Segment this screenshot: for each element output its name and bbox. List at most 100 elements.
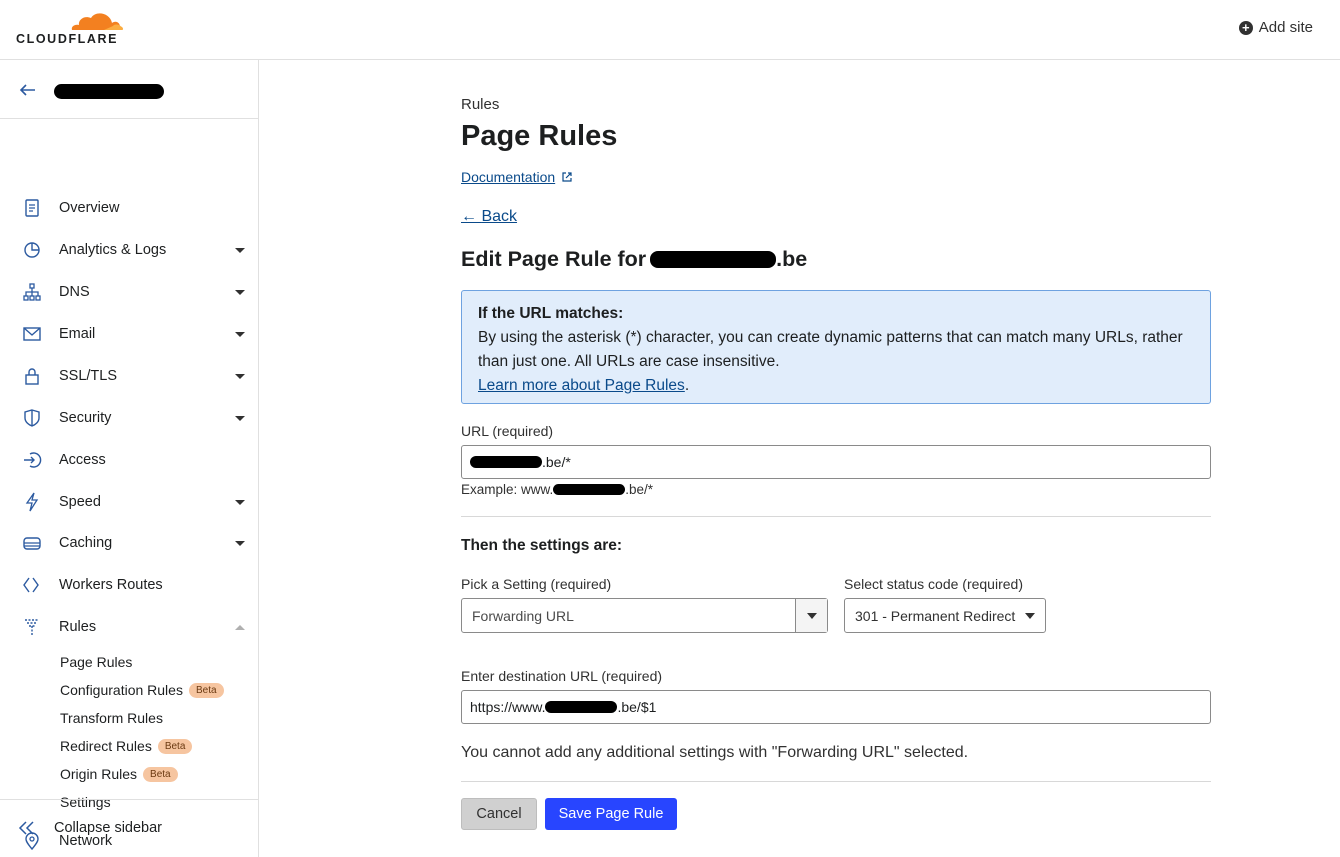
- sidebar-item-caching[interactable]: Caching: [0, 528, 258, 558]
- url-value-suffix: .be/*: [542, 454, 571, 470]
- url-input[interactable]: .be/*: [461, 445, 1211, 479]
- breadcrumb: Rules: [461, 96, 500, 113]
- info-heading: If the URL matches:: [478, 305, 624, 322]
- sidebar-item-overview[interactable]: Overview: [0, 193, 258, 223]
- sidebar-item-label: Analytics & Logs: [59, 242, 167, 258]
- sidebar-item-label: Speed: [59, 494, 101, 510]
- info-body: By using the asterisk (*) character, you…: [478, 329, 1183, 370]
- sidebar-sub-configuration-rules[interactable]: Configuration Rules Beta: [60, 682, 224, 698]
- pie-chart-icon: [24, 242, 40, 258]
- arrow-left-icon: ←: [461, 208, 477, 225]
- workers-icon: [23, 577, 39, 593]
- chevron-down-icon: [1025, 613, 1035, 619]
- beta-badge: Beta: [157, 738, 193, 754]
- sidebar-item-dns[interactable]: DNS: [0, 277, 258, 307]
- url-label: URL (required): [461, 423, 554, 439]
- sidebar-item-rules[interactable]: Rules: [0, 612, 258, 642]
- documentation-label: Documentation: [461, 169, 556, 185]
- divider: [461, 781, 1211, 782]
- sub-item-label: Redirect Rules: [60, 738, 152, 754]
- sidebar-sub-transform-rules[interactable]: Transform Rules: [60, 710, 163, 726]
- sidebar-item-label: Workers Routes: [59, 577, 163, 593]
- cancel-button[interactable]: Cancel: [461, 798, 537, 830]
- redacted-domain: [553, 484, 626, 495]
- destination-url-label: Enter destination URL (required): [461, 668, 663, 684]
- page-title: Page Rules: [461, 120, 618, 152]
- chevron-down-icon: [807, 613, 817, 619]
- sidebar-item-email[interactable]: Email: [0, 319, 258, 349]
- chevron-up-icon: [235, 624, 245, 630]
- sidebar-item-label: DNS: [59, 284, 90, 300]
- chevron-down-icon: [235, 247, 245, 253]
- chevron-down-icon: [235, 415, 245, 421]
- collapse-sidebar-button[interactable]: Collapse sidebar: [18, 820, 162, 836]
- dest-prefix: https://www.: [470, 699, 546, 715]
- sidebar-item-label: Rules: [59, 619, 97, 635]
- double-chevron-left-icon: [18, 821, 34, 835]
- status-code-label: Select status code (required): [844, 576, 1023, 592]
- chevron-down-icon: [235, 373, 245, 379]
- sidebar-item-workers-routes[interactable]: Workers Routes: [0, 570, 258, 600]
- settings-title: Then the settings are:: [461, 537, 623, 554]
- info-callout: If the URL matches: By using the asteris…: [461, 290, 1211, 404]
- learn-more-link[interactable]: Learn more about Page Rules: [478, 377, 685, 394]
- destination-url-input[interactable]: https://www. .be/$1: [461, 690, 1211, 724]
- storage-icon: [23, 537, 41, 550]
- lightning-icon: [25, 492, 39, 512]
- chevron-down-icon: [235, 331, 245, 337]
- documentation-link[interactable]: Documentation: [461, 169, 573, 185]
- sidebar-item-label: Overview: [59, 200, 120, 216]
- sidebar-item-label: Security: [59, 410, 112, 426]
- dropdown-toggle[interactable]: [795, 599, 827, 632]
- cloudflare-logo[interactable]: CLOUDFLARE: [16, 8, 126, 48]
- shield-icon: [24, 409, 40, 427]
- status-code-value: 301 - Permanent Redirect: [855, 607, 1016, 624]
- pick-setting-select[interactable]: Forwarding URL: [461, 598, 828, 633]
- collapse-sidebar-label: Collapse sidebar: [54, 820, 163, 836]
- sidebar-sub-redirect-rules[interactable]: Redirect Rules Beta: [60, 738, 193, 754]
- back-label: Back: [481, 208, 518, 225]
- divider: [461, 516, 1211, 517]
- document-icon: [25, 199, 39, 217]
- edit-title-prefix: Edit Page Rule for: [461, 247, 647, 271]
- edit-title-suffix: .be: [776, 247, 808, 271]
- chevron-down-icon: [235, 289, 245, 295]
- sidebar-item-label: SSL/TLS: [59, 368, 118, 384]
- beta-badge: Beta: [188, 682, 224, 698]
- sidebar-item-label: Caching: [59, 535, 113, 551]
- add-site-button[interactable]: + Add site: [1238, 19, 1313, 36]
- sidebar-item-security[interactable]: Security: [0, 403, 258, 433]
- sub-item-label: Configuration Rules: [60, 682, 183, 698]
- plus-circle-icon: +: [1238, 20, 1253, 35]
- back-arrow-icon[interactable]: [18, 80, 38, 100]
- filter-icon: [25, 619, 39, 635]
- pick-setting-label: Pick a Setting (required): [461, 576, 612, 592]
- envelope-icon: [23, 327, 41, 341]
- sign-in-icon: [24, 452, 42, 468]
- sidebar-footer: Collapse sidebar: [0, 799, 258, 857]
- sub-item-label: Transform Rules: [60, 710, 163, 726]
- example-prefix: Example: www.: [461, 482, 554, 497]
- redacted-domain: [545, 701, 618, 713]
- example-suffix: .be/*: [625, 482, 654, 497]
- sidebar-sub-origin-rules[interactable]: Origin Rules Beta: [60, 766, 178, 782]
- add-site-label: Add site: [1258, 19, 1313, 36]
- chevron-down-icon: [235, 499, 245, 505]
- top-bar: CLOUDFLARE + Add site: [0, 0, 1340, 60]
- edit-page-rule-title: Edit Page Rule for .be: [461, 247, 807, 272]
- back-link[interactable]: ← Back: [461, 208, 517, 226]
- dest-suffix: .be/$1: [617, 699, 657, 715]
- beta-badge: Beta: [143, 766, 178, 782]
- sidebar-item-analytics[interactable]: Analytics & Logs: [0, 235, 258, 265]
- sidebar-item-ssl-tls[interactable]: SSL/TLS: [0, 361, 258, 391]
- sidebar-item-access[interactable]: Access: [0, 445, 258, 475]
- status-code-select[interactable]: 301 - Permanent Redirect: [844, 598, 1046, 633]
- sidebar-item-speed[interactable]: Speed: [0, 487, 258, 517]
- sidebar-sub-page-rules[interactable]: Page Rules: [60, 654, 132, 670]
- url-example: Example: www. .be/*: [461, 482, 653, 497]
- save-page-rule-button[interactable]: Save Page Rule: [545, 798, 677, 830]
- sidebar-header: [0, 60, 258, 119]
- forwarding-note: You cannot add any additional settings w…: [461, 744, 969, 761]
- sub-item-label: Page Rules: [60, 654, 133, 670]
- lock-icon: [25, 368, 39, 385]
